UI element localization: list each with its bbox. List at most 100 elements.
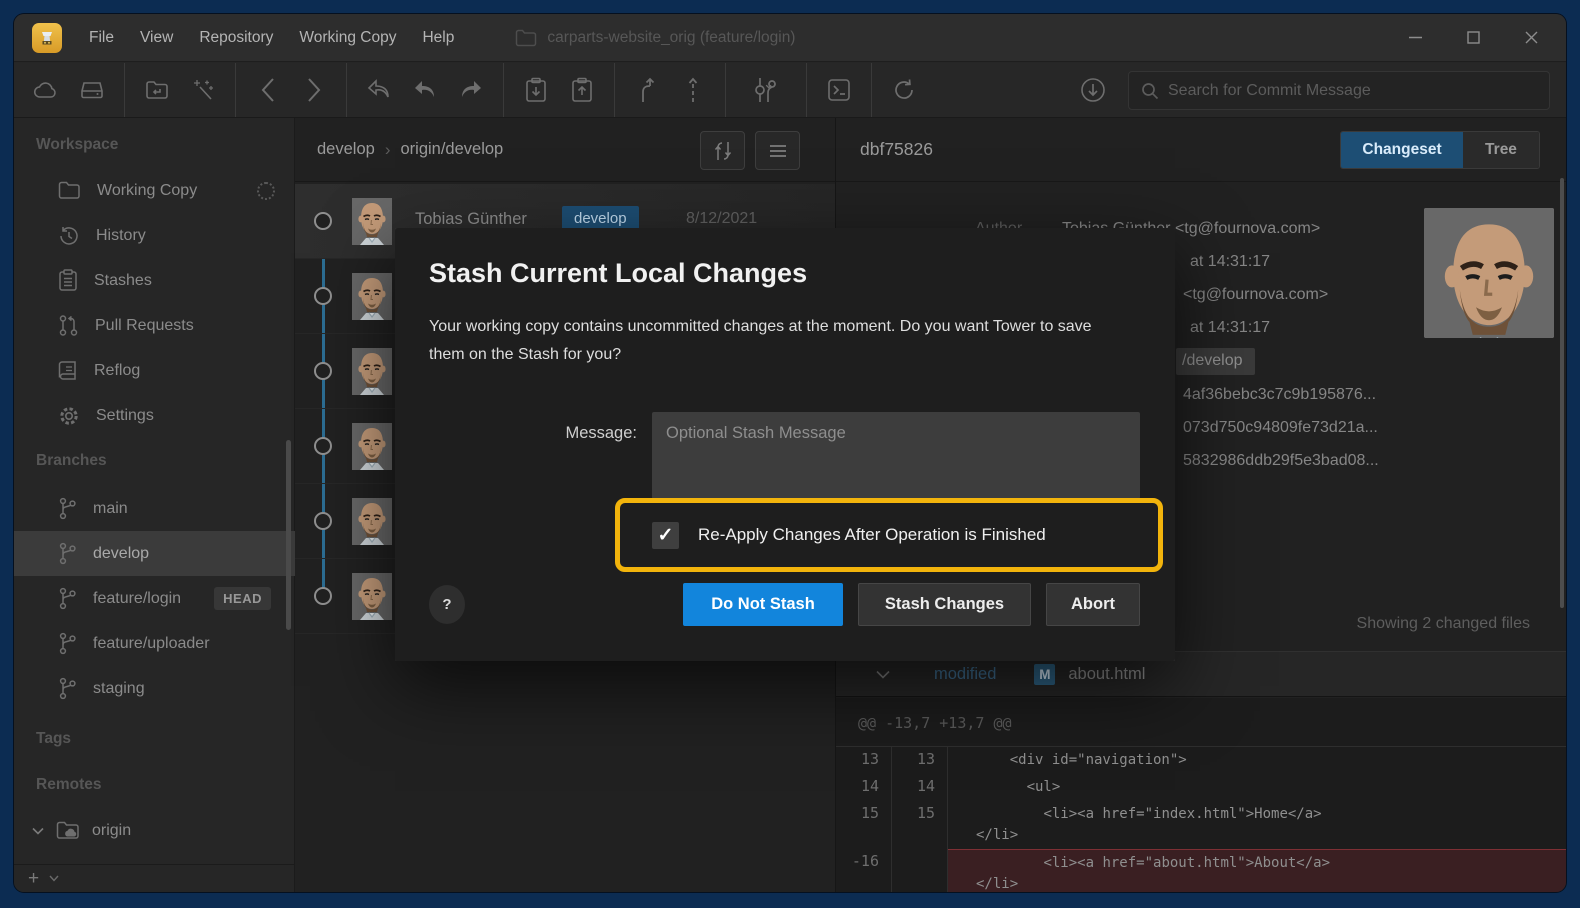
undo-button[interactable] (356, 69, 402, 111)
branches-section-header: Branches (36, 452, 107, 470)
commit-author: Tobias Günther (415, 210, 527, 229)
menu-working-copy[interactable]: Working Copy (286, 14, 409, 62)
reapply-checkbox[interactable]: ✓ (652, 522, 679, 549)
minimize-button[interactable] (1386, 14, 1444, 62)
changed-files-note: Showing 2 changed files (1357, 615, 1530, 633)
avatar (352, 573, 392, 620)
compare-icon (713, 140, 733, 162)
pull-request-icon (58, 314, 79, 337)
compare-button[interactable] (700, 131, 745, 170)
chevron-down-icon[interactable] (876, 670, 890, 679)
sidebar-branch-feature-login[interactable]: feature/login HEAD (14, 576, 295, 621)
commit-graph-node (314, 287, 332, 305)
redo-button[interactable] (448, 69, 494, 111)
remotes-section-header: Remotes (36, 776, 101, 794)
sidebar-scrollbar[interactable] (286, 440, 291, 630)
detail-row-hash-1: 4af36bebc3c7c9b195876... (1183, 386, 1376, 404)
forward-button[interactable] (291, 69, 337, 111)
sidebar-remote-origin[interactable]: origin (14, 808, 295, 853)
view-toggle: Changeset Tree (1340, 131, 1540, 169)
help-button[interactable]: ? (429, 585, 465, 624)
avatar (352, 423, 392, 470)
tab-tree[interactable]: Tree (1463, 132, 1539, 168)
merge-button[interactable] (624, 69, 670, 111)
menu-repository[interactable]: Repository (186, 14, 286, 62)
stash-message-input[interactable] (652, 412, 1140, 499)
open-repo-button[interactable] (134, 69, 180, 111)
fetch-indicator-icon[interactable] (1070, 69, 1116, 111)
commit-hash: dbf75826 (860, 139, 933, 160)
menu-help[interactable]: Help (409, 14, 467, 62)
local-repos-button[interactable] (69, 69, 115, 111)
clipboard-icon (58, 269, 78, 292)
abort-button[interactable]: Abort (1046, 583, 1140, 626)
folder-icon (515, 29, 537, 47)
sidebar-branch-develop[interactable]: develop (14, 531, 295, 576)
detail-row-commit-date: at 14:31:17 (1190, 319, 1270, 337)
sidebar-item-reflog[interactable]: Reflog (14, 348, 295, 393)
menu-view[interactable]: View (127, 14, 186, 62)
commit-search-box[interactable] (1128, 71, 1550, 110)
diff-line: 13 13 <div id="navigation"> (836, 747, 1566, 774)
chevron-down-icon[interactable] (49, 875, 59, 882)
commit-graph-node (314, 362, 332, 380)
diff-code: <li><a href="about.html">About</a></li> (976, 853, 1344, 892)
git-flow-button[interactable] (735, 69, 797, 111)
tab-changeset[interactable]: Changeset (1341, 132, 1463, 168)
detail-row-hash-3: 5832986ddb29f5e3bad08... (1183, 452, 1379, 470)
close-button[interactable] (1502, 14, 1560, 62)
sidebar-item-working-copy[interactable]: Working Copy (14, 168, 295, 213)
search-input[interactable] (1168, 82, 1537, 100)
sidebar-branch-feature-uploader[interactable]: feature/uploader (14, 621, 295, 666)
avatar (1424, 208, 1554, 338)
file-name: about.html (1068, 665, 1145, 684)
back-button[interactable] (245, 69, 291, 111)
breadcrumb-branch[interactable]: develop (317, 140, 375, 159)
list-options-button[interactable] (755, 131, 800, 170)
do-not-stash-button[interactable]: Do Not Stash (683, 583, 843, 626)
dialog-title: Stash Current Local Changes (429, 258, 807, 289)
discard-button[interactable] (402, 69, 448, 111)
tags-section-header: Tags (36, 730, 71, 748)
menu-file[interactable]: File (76, 14, 127, 62)
sidebar-item-history[interactable]: History (14, 213, 295, 258)
detail-scrollbar[interactable] (1560, 178, 1564, 608)
diff-line: 15 15 <li><a href="index.html">Home</a><… (836, 801, 1566, 849)
commit-list-header: develop › origin/develop (295, 118, 835, 182)
refresh-button[interactable] (881, 69, 927, 111)
sidebar-branch-main[interactable]: main (14, 486, 295, 531)
folder-icon (58, 181, 81, 200)
message-label: Message: (495, 424, 637, 443)
workspace-section-header: Workspace (36, 136, 118, 154)
quick-actions-wand-button[interactable] (180, 69, 226, 111)
reapply-checkbox-label[interactable]: Re-Apply Changes After Operation is Fini… (698, 525, 1046, 545)
sidebar-item-pull-requests[interactable]: Pull Requests (14, 303, 295, 348)
titlebar: File View Repository Working Copy Help c… (14, 14, 1566, 62)
diff-view: @@ -13,7 +13,7 @@ 13 13 <div id="navigat… (836, 698, 1566, 892)
breadcrumb-remote-branch[interactable]: origin/develop (400, 140, 503, 159)
add-repo-button[interactable]: + (28, 868, 39, 890)
branch-icon (58, 497, 77, 520)
avatar (352, 498, 392, 545)
toolbar (14, 63, 1566, 118)
sidebar-bottom-bar: + (14, 864, 295, 892)
avatar (352, 198, 392, 245)
commit-graph-node (314, 587, 332, 605)
detail-row-date: at 14:31:17 (1190, 253, 1270, 271)
stash-dialog: Stash Current Local Changes Your working… (395, 228, 1175, 661)
rebase-button[interactable] (670, 69, 716, 111)
maximize-button[interactable] (1444, 14, 1502, 62)
sidebar-branch-staging[interactable]: staging (14, 666, 295, 711)
terminal-button[interactable] (816, 69, 862, 111)
sidebar-item-stashes[interactable]: Stashes (14, 258, 295, 303)
pull-button[interactable] (513, 69, 559, 111)
file-status-badge: M (1034, 664, 1055, 685)
book-icon (58, 360, 78, 382)
head-badge: HEAD (214, 587, 271, 610)
stash-changes-button[interactable]: Stash Changes (858, 583, 1031, 626)
push-button[interactable] (559, 69, 605, 111)
cloud-service-button[interactable] (23, 69, 69, 111)
sidebar-item-settings[interactable]: Settings (14, 393, 295, 438)
branch-icon (58, 542, 77, 565)
branch-icon (58, 587, 77, 610)
